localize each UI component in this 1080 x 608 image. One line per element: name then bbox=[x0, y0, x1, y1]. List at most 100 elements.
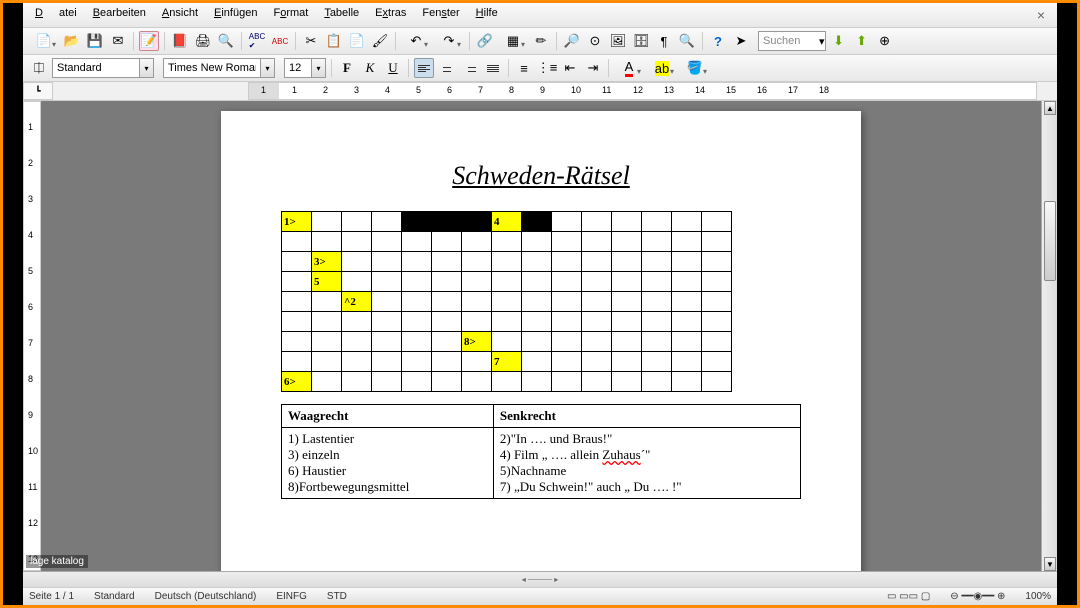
grid-cell[interactable] bbox=[342, 212, 372, 232]
grid-cell[interactable] bbox=[402, 232, 432, 252]
horizontal-ruler[interactable]: 1123456789101112131415161718 bbox=[248, 82, 1037, 100]
status-zoom[interactable]: 100% bbox=[1025, 591, 1051, 602]
status-mode[interactable]: EINFG bbox=[276, 591, 307, 602]
grid-cell[interactable] bbox=[402, 332, 432, 352]
grid-cell[interactable]: 4 bbox=[492, 212, 522, 232]
grid-cell[interactable] bbox=[672, 212, 702, 232]
grid-cell[interactable] bbox=[312, 232, 342, 252]
grid-cell[interactable] bbox=[282, 272, 312, 292]
search-options-icon[interactable]: ⊕ bbox=[875, 31, 895, 51]
grid-cell[interactable] bbox=[612, 352, 642, 372]
horizontal-scrollbar[interactable]: ◂ ⎯⎯⎯⎯⎯⎯ ▸ bbox=[23, 571, 1057, 587]
grid-cell[interactable] bbox=[282, 292, 312, 312]
grid-cell[interactable] bbox=[642, 352, 672, 372]
grid-cell[interactable] bbox=[522, 352, 552, 372]
status-zoom-slider[interactable]: ⊖ ━━◉━━ ⊕ bbox=[950, 591, 1005, 602]
paragraph-style-dd[interactable]: ▾ bbox=[139, 59, 153, 77]
pdf-icon[interactable]: 📕 bbox=[170, 31, 190, 51]
grid-cell[interactable]: 5 bbox=[312, 272, 342, 292]
menu-bearbeiten[interactable]: Bearbeiten bbox=[85, 5, 154, 25]
grid-cell[interactable] bbox=[702, 272, 732, 292]
highlight-button[interactable]: ab bbox=[647, 58, 677, 78]
grid-cell[interactable] bbox=[282, 232, 312, 252]
menu-hilfe[interactable]: Hilfe bbox=[468, 5, 506, 25]
scroll-up-arrow[interactable]: ▲ bbox=[1044, 101, 1056, 115]
grid-cell[interactable] bbox=[372, 272, 402, 292]
grid-cell[interactable] bbox=[672, 232, 702, 252]
grid-cell[interactable] bbox=[342, 232, 372, 252]
redo-icon[interactable]: ↷ bbox=[434, 31, 464, 51]
grid-cell[interactable] bbox=[552, 312, 582, 332]
grid-cell[interactable] bbox=[372, 332, 402, 352]
grid-cell[interactable] bbox=[552, 292, 582, 312]
find-icon[interactable]: 🔎 bbox=[562, 31, 582, 51]
menu-ansicht[interactable]: Ansicht bbox=[154, 5, 206, 25]
font-name-input[interactable] bbox=[164, 59, 260, 77]
grid-cell[interactable] bbox=[492, 292, 522, 312]
table-icon[interactable]: ▦ bbox=[498, 31, 528, 51]
grid-cell[interactable] bbox=[552, 212, 582, 232]
align-center-button[interactable] bbox=[437, 58, 457, 78]
page-area[interactable]: Schweden-Rätsel 1>43>5^28>76> Waagrecht … bbox=[41, 101, 1041, 571]
spellcheck-abc-icon[interactable]: ABC✔ bbox=[247, 31, 267, 51]
grid-cell[interactable] bbox=[702, 352, 732, 372]
grid-cell[interactable] bbox=[612, 252, 642, 272]
menu-tabelle[interactable]: Tabelle bbox=[316, 5, 367, 25]
grid-cell[interactable] bbox=[522, 292, 552, 312]
grid-cell[interactable] bbox=[462, 272, 492, 292]
grid-cell[interactable] bbox=[642, 312, 672, 332]
nonprint-icon[interactable]: ¶ bbox=[654, 31, 674, 51]
bold-button[interactable]: F bbox=[337, 58, 357, 78]
bgcolor-button[interactable]: 🪣 bbox=[680, 58, 710, 78]
grid-cell[interactable] bbox=[642, 232, 672, 252]
grid-cell[interactable] bbox=[582, 252, 612, 272]
grid-cell[interactable] bbox=[642, 212, 672, 232]
font-size-combo[interactable]: ▾ bbox=[284, 58, 326, 78]
grid-cell[interactable] bbox=[282, 332, 312, 352]
grid-cell[interactable]: 6> bbox=[282, 372, 312, 392]
grid-cell[interactable] bbox=[342, 312, 372, 332]
cut-icon[interactable]: ✂ bbox=[301, 31, 321, 51]
grid-cell[interactable] bbox=[282, 252, 312, 272]
scroll-down-arrow[interactable]: ▼ bbox=[1044, 557, 1056, 571]
grid-cell[interactable] bbox=[522, 272, 552, 292]
grid-cell[interactable] bbox=[522, 332, 552, 352]
grid-cell[interactable] bbox=[582, 272, 612, 292]
grid-cell[interactable] bbox=[432, 332, 462, 352]
grid-cell[interactable] bbox=[432, 312, 462, 332]
grid-cell[interactable] bbox=[372, 212, 402, 232]
search-dd[interactable]: ▾ bbox=[819, 35, 825, 48]
paste-icon[interactable]: 📄 bbox=[347, 31, 367, 51]
grid-cell[interactable] bbox=[402, 292, 432, 312]
grid-cell[interactable] bbox=[492, 332, 522, 352]
gallery-icon[interactable]: 🖼 bbox=[608, 31, 628, 51]
grid-cell[interactable] bbox=[702, 212, 732, 232]
grid-cell[interactable] bbox=[702, 312, 732, 332]
grid-cell[interactable] bbox=[492, 372, 522, 392]
grid-cell[interactable] bbox=[462, 292, 492, 312]
grid-cell[interactable] bbox=[372, 292, 402, 312]
grid-cell[interactable] bbox=[612, 212, 642, 232]
grid-cell[interactable] bbox=[672, 292, 702, 312]
font-size-input[interactable] bbox=[285, 59, 311, 77]
grid-cell[interactable] bbox=[522, 372, 552, 392]
grid-cell[interactable] bbox=[342, 272, 372, 292]
grid-cell[interactable] bbox=[402, 252, 432, 272]
email-icon[interactable]: ✉ bbox=[108, 31, 128, 51]
menu-format[interactable]: Format bbox=[265, 5, 316, 25]
status-std[interactable]: STD bbox=[327, 591, 347, 602]
vertical-ruler[interactable]: 12345678910111213 bbox=[23, 101, 41, 571]
grid-cell[interactable] bbox=[432, 372, 462, 392]
grid-cell[interactable] bbox=[702, 332, 732, 352]
grid-cell[interactable] bbox=[582, 292, 612, 312]
status-view-icons[interactable]: ▭ ▭▭ ▢ bbox=[887, 591, 930, 602]
grid-cell[interactable] bbox=[462, 252, 492, 272]
grid-cell[interactable] bbox=[522, 232, 552, 252]
grid-cell[interactable] bbox=[582, 312, 612, 332]
edit-doc-icon[interactable]: 📝 bbox=[139, 31, 159, 51]
grid-cell[interactable] bbox=[402, 272, 432, 292]
grid-cell[interactable] bbox=[312, 352, 342, 372]
underline-button[interactable]: U bbox=[383, 58, 403, 78]
font-name-dd[interactable]: ▾ bbox=[260, 59, 274, 77]
grid-cell[interactable] bbox=[372, 252, 402, 272]
